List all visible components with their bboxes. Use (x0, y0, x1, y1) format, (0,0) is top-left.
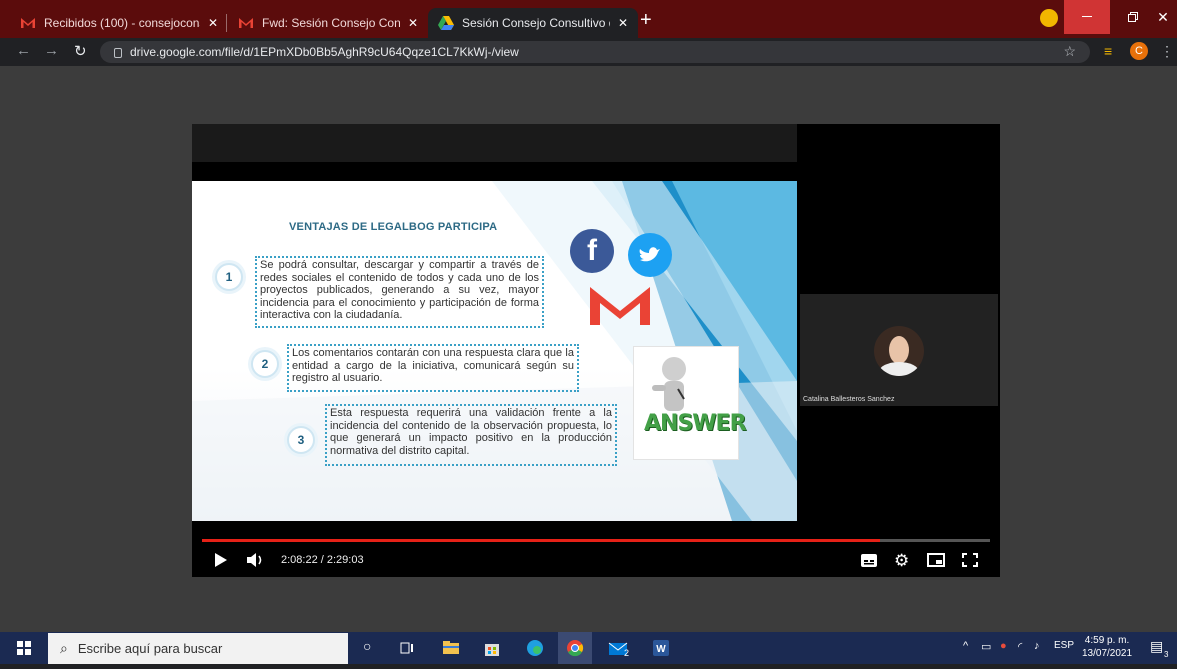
store-icon[interactable] (482, 638, 502, 658)
volume-icon[interactable] (246, 552, 264, 573)
point-text-1: Se podrá consultar, descargar y comparti… (255, 256, 544, 328)
back-icon[interactable]: ← (16, 42, 31, 59)
twitter-icon (628, 233, 672, 277)
presentation-slide: VENTAJAS DE LEGALBOG PARTICIPA 1 Se podr… (192, 181, 797, 521)
close-tab-icon[interactable]: ✕ (408, 16, 418, 30)
forward-icon[interactable]: → (44, 42, 59, 59)
address-bar[interactable]: drive.google.com/file/d/1EPmXDb0Bb5AghR9… (100, 41, 1090, 63)
answer-image (633, 346, 739, 460)
point-number-1: 1 (215, 263, 243, 291)
tab-drive-session[interactable]: Sesión Consejo Consultivo de An ✕ (428, 8, 638, 38)
gmail-icon (238, 15, 254, 31)
time-display: 2:08:22 / 2:29:03 (281, 554, 364, 566)
close-tab-icon[interactable]: ✕ (618, 16, 628, 30)
point-text-3: Esta respuesta requerirá una validación … (325, 404, 617, 466)
tab-title: Recibidos (100) - consejoconsulti (44, 16, 200, 30)
tab-title: Sesión Consejo Consultivo de An (462, 16, 610, 30)
tab-gmail-inbox[interactable]: Recibidos (100) - consejoconsulti ✕ (10, 8, 228, 38)
speaker-icon[interactable]: ♪ (1034, 640, 1040, 652)
start-windows-icon[interactable] (0, 632, 48, 664)
gmail-logo-icon (588, 285, 652, 327)
fullscreen-icon[interactable] (962, 553, 978, 572)
minimize-button[interactable] (1064, 0, 1110, 34)
extension-icon[interactable] (1040, 9, 1058, 27)
point-text-2: Los comentarios contarán con una respues… (287, 344, 579, 392)
menu-kebab-icon[interactable]: ⋮ (1160, 43, 1174, 60)
tab-gmail-fwd[interactable]: Fwd: Sesión Consejo Consultivo c ✕ (228, 8, 428, 38)
url-text: drive.google.com/file/d/1EPmXDb0Bb5AghR9… (130, 45, 519, 59)
cortana-icon[interactable]: ○ (363, 638, 383, 658)
reload-icon[interactable]: ↻ (74, 42, 87, 60)
bookmark-star-icon[interactable]: ☆ (1063, 43, 1076, 60)
clock-time: 4:59 p. m. (1084, 635, 1130, 646)
wifi-icon[interactable]: ◜ (1018, 640, 1022, 653)
svg-text:W: W (656, 644, 666, 655)
word-icon[interactable]: W (651, 638, 671, 658)
media-icon[interactable]: ≡ (1104, 43, 1112, 59)
taskbar-clock[interactable]: 4:59 p. m. 13/07/2021 (1082, 634, 1132, 660)
file-explorer-icon[interactable] (441, 638, 461, 658)
point-number-3: 3 (287, 426, 315, 454)
answer-word: ANSWER (644, 411, 747, 436)
chrome-app[interactable] (558, 632, 592, 664)
drive-icon (438, 15, 454, 31)
notifications-count: 3 (1164, 650, 1169, 659)
point-number-2: 2 (251, 350, 279, 378)
progress-bar[interactable] (202, 539, 990, 542)
battery-icon[interactable]: ▭ (981, 640, 991, 653)
clock-date: 13/07/2021 (1082, 648, 1133, 659)
participant-avatar (874, 326, 924, 376)
play-icon[interactable] (214, 552, 228, 573)
settings-gear-icon[interactable]: ⚙ (894, 551, 909, 571)
tab-strip: Recibidos (100) - consejoconsulti ✕ Fwd:… (0, 0, 1177, 38)
edge-icon[interactable] (525, 638, 545, 658)
search-placeholder: Escribe aquí para buscar (77, 641, 223, 656)
video-top-strip (192, 124, 797, 162)
tab-separator (226, 14, 227, 32)
notifications-icon[interactable]: ▤ (1150, 638, 1163, 655)
chevron-up-icon[interactable]: ^ (963, 640, 968, 652)
tab-title: Fwd: Sesión Consejo Consultivo c (262, 16, 400, 30)
security-icon[interactable]: ● (1000, 640, 1007, 652)
participant-name: Catalina Ballesteros Sanchez (803, 396, 895, 403)
new-tab-button[interactable]: + (640, 10, 652, 30)
search-icon: ⌕ (60, 640, 68, 656)
close-tab-icon[interactable]: ✕ (208, 16, 218, 30)
facebook-icon: f (570, 229, 614, 273)
close-window-icon[interactable]: ✕ (1140, 0, 1177, 34)
lock-icon (114, 48, 122, 58)
profile-avatar[interactable]: C (1130, 42, 1148, 60)
miniplayer-icon[interactable] (927, 553, 945, 572)
mail-badge: 2 (624, 648, 630, 658)
progress-fill (202, 539, 880, 542)
subtitles-icon[interactable] (861, 554, 877, 572)
slide-title: VENTAJAS DE LEGALBOG PARTICIPA (289, 221, 498, 233)
taskbar-search[interactable]: ⌕ Escribe aquí para buscar (48, 633, 348, 664)
language-indicator[interactable]: ESP (1054, 640, 1074, 651)
browser-toolbar: ← → ↻ drive.google.com/file/d/1EPmXDb0Bb… (0, 38, 1177, 66)
task-view-icon[interactable] (397, 638, 417, 658)
gmail-icon (20, 15, 36, 31)
windows-taskbar: ⌕ Escribe aquí para buscar ○ 2 W ^ ▭ ● ◜… (0, 632, 1177, 664)
